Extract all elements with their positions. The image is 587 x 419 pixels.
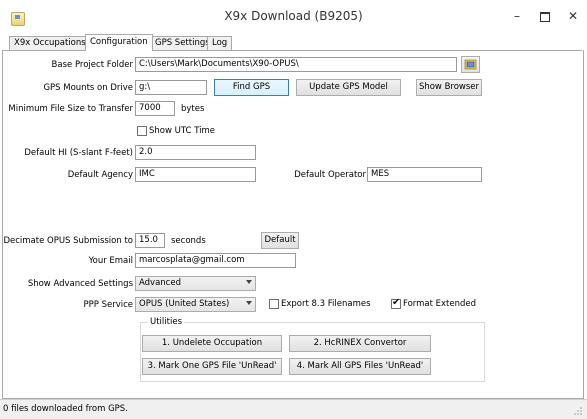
base-project-folder-input[interactable]: C:\Users\Mark\Documents\X90-OPUS\ bbox=[135, 57, 457, 72]
update-gps-model-button[interactable]: Update GPS Model bbox=[296, 79, 401, 96]
tab-log[interactable]: Log bbox=[207, 36, 233, 50]
ppp-service-select[interactable]: OPUS (United States) bbox=[135, 297, 256, 312]
ppp-service-value: OPUS (United States) bbox=[139, 299, 230, 309]
decimate-label: Decimate OPUS Submission to bbox=[3, 236, 133, 246]
tab-configuration[interactable]: Configuration bbox=[85, 34, 153, 51]
default-operator-label: Default Operator bbox=[294, 170, 366, 180]
mark-one-unread-button[interactable]: 3. Mark One GPS File 'UnRead' bbox=[142, 358, 282, 375]
default-agency-input[interactable]: IMC bbox=[135, 167, 256, 182]
mark-all-unread-button[interactable]: 4. Mark All GPS Files 'UnRead' bbox=[289, 358, 431, 375]
find-gps-button[interactable]: Find GPS bbox=[214, 79, 289, 96]
maximize-icon bbox=[540, 11, 550, 22]
chevron-down-icon bbox=[246, 301, 252, 305]
utilities-title: Utilities bbox=[148, 317, 184, 327]
seconds-unit-label: seconds bbox=[171, 236, 206, 246]
resize-grip-icon[interactable] bbox=[574, 407, 583, 416]
browse-folder-button[interactable] bbox=[461, 56, 480, 73]
show-browser-button[interactable]: Show Browser bbox=[416, 79, 482, 96]
chevron-down-icon bbox=[246, 280, 252, 284]
gps-mounts-label: GPS Mounts on Drive bbox=[43, 83, 133, 93]
email-input[interactable]: marcosplata@gmail.com bbox=[135, 253, 296, 268]
advanced-settings-select[interactable]: Advanced bbox=[135, 276, 256, 291]
default-hi-label: Default HI (S-slant F-feet) bbox=[24, 148, 133, 158]
undelete-occupation-button[interactable]: 1. Undelete Occupation bbox=[142, 335, 282, 352]
format-extended-label: Format Extended bbox=[403, 299, 477, 309]
show-utc-checkbox[interactable] bbox=[137, 126, 147, 136]
minimize-button[interactable]: – bbox=[503, 6, 531, 26]
hcrinex-convertor-button[interactable]: 2. HcRINEX Convertor bbox=[289, 335, 431, 352]
min-file-size-input[interactable]: 7000 bbox=[135, 101, 175, 116]
show-utc-label: Show UTC Time bbox=[149, 126, 215, 136]
gps-mounts-input[interactable]: g:\ bbox=[135, 80, 207, 95]
bytes-unit-label: bytes bbox=[181, 104, 205, 114]
tab-x9x-occupations[interactable]: X9x Occupations bbox=[9, 36, 91, 50]
decimate-input[interactable]: 15.0 bbox=[135, 233, 165, 248]
default-button[interactable]: Default bbox=[261, 232, 299, 249]
default-agency-label: Default Agency bbox=[67, 170, 133, 180]
ppp-service-label: PPP Service bbox=[83, 300, 134, 310]
advanced-settings-label: Show Advanced Settings bbox=[27, 279, 133, 289]
close-button[interactable]: ✕ bbox=[559, 6, 587, 26]
advanced-settings-value: Advanced bbox=[139, 278, 181, 288]
email-label: Your Email bbox=[88, 256, 133, 266]
default-hi-input[interactable]: 2.0 bbox=[135, 145, 256, 160]
status-text: 0 files downloaded from GPS. bbox=[3, 404, 128, 414]
export-83-checkbox[interactable] bbox=[269, 299, 279, 309]
tab-gps-settings[interactable]: GPS Settings bbox=[150, 36, 215, 50]
format-extended-checkbox[interactable] bbox=[391, 297, 401, 309]
min-file-size-label: Minimum File Size to Transfer bbox=[8, 104, 133, 114]
folder-icon bbox=[464, 59, 477, 70]
default-operator-input[interactable]: MES bbox=[367, 167, 482, 182]
window-title: X9x Download (B9205) bbox=[224, 9, 363, 23]
maximize-button[interactable] bbox=[531, 6, 559, 26]
export-83-label: Export 8.3 Filenames bbox=[281, 299, 371, 309]
base-project-folder-label: Base Project Folder bbox=[51, 60, 133, 70]
